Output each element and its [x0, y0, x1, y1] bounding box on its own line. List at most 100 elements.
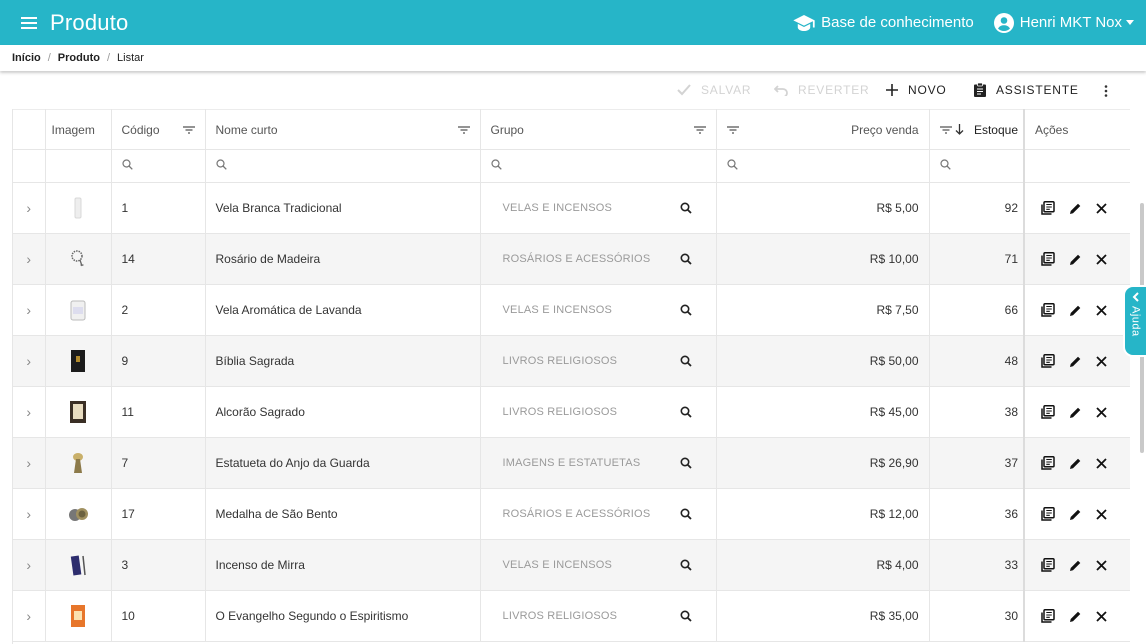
new-button[interactable]: NOVO	[886, 83, 947, 97]
delete-icon[interactable]	[1096, 202, 1107, 214]
cell-name: Medalha de São Bento	[205, 488, 481, 540]
duplicate-icon[interactable]	[1041, 609, 1055, 623]
search-icon[interactable]	[679, 355, 692, 367]
column-header-group[interactable]: Grupo	[480, 109, 717, 150]
search-icon[interactable]	[679, 406, 692, 418]
delete-icon[interactable]	[1096, 253, 1107, 265]
duplicate-icon[interactable]	[1041, 456, 1055, 470]
search-icon[interactable]	[679, 202, 692, 214]
cell-name: Alcorão Sagrado	[205, 386, 481, 438]
duplicate-icon[interactable]	[1041, 558, 1055, 572]
filter-icon[interactable]	[726, 125, 739, 134]
search-icon[interactable]	[679, 559, 692, 571]
cell-group: LIVROS RELIGIOSOS	[480, 590, 717, 642]
cell-group: LIVROS RELIGIOSOS	[480, 386, 717, 438]
cell-stock: 71	[929, 233, 1025, 285]
filter-icon[interactable]	[182, 125, 195, 134]
table-row[interactable]: › 7 Estatueta do Anjo da Guarda IMAGENS E E…	[13, 437, 1130, 489]
breadcrumb-produto[interactable]: Produto	[58, 52, 100, 64]
group-value: ROSÁRIOS E ACESSÓRIOS	[502, 508, 651, 520]
filter-cell-stock[interactable]	[929, 149, 1025, 183]
delete-icon[interactable]	[1096, 406, 1107, 418]
delete-icon[interactable]	[1096, 559, 1107, 571]
product-thumbnail	[45, 488, 112, 540]
column-header-image[interactable]: Imagem	[45, 109, 112, 150]
edit-icon[interactable]	[1069, 559, 1082, 572]
help-label: Ajuda	[1129, 306, 1142, 337]
edit-icon[interactable]	[1069, 457, 1082, 470]
table-row[interactable]: › 1 Vela Branca Tradicional VELAS E INCENSO…	[13, 182, 1130, 234]
table-row[interactable]: › 14 Rosário de Madeira ROSÁRIOS E ACESSÓRI…	[13, 233, 1130, 285]
knowledge-base-link[interactable]: Base de conhecimento	[793, 14, 974, 31]
duplicate-icon[interactable]	[1041, 405, 1055, 419]
breadcrumb-home[interactable]: Início	[12, 52, 41, 64]
delete-icon[interactable]	[1096, 304, 1107, 316]
sort-descending-icon[interactable]	[955, 124, 964, 135]
delete-icon[interactable]	[1096, 610, 1107, 622]
column-header-price[interactable]: Preço venda	[716, 109, 930, 150]
table-row[interactable]: › 10 O Evangelho Segundo o Espiritismo LIVR…	[13, 590, 1130, 642]
edit-icon[interactable]	[1069, 253, 1082, 266]
cell-stock: 48	[929, 335, 1025, 387]
edit-icon[interactable]	[1069, 355, 1082, 368]
search-icon[interactable]	[679, 610, 692, 622]
table-row[interactable]: › 9 Bíblia Sagrada LIVROS RELIGIOSOS R$ 50,0…	[13, 335, 1130, 387]
filter-icon[interactable]	[457, 125, 470, 134]
expand-row-icon[interactable]: ›	[13, 488, 46, 540]
revert-button[interactable]: REVERTER	[774, 83, 870, 97]
table-row[interactable]: › 17 Medalha de São Bento ROSÁRIOS E ACESSÓ…	[13, 488, 1130, 540]
filter-cell-price[interactable]	[716, 149, 930, 183]
expand-row-icon[interactable]: ›	[13, 386, 46, 438]
column-header-name[interactable]: Nome curto	[205, 109, 481, 150]
filter-cell-name[interactable]	[205, 149, 481, 183]
delete-icon[interactable]	[1096, 508, 1107, 520]
group-value: LIVROS RELIGIOSOS	[502, 406, 618, 418]
save-button[interactable]: SALVAR	[677, 83, 751, 97]
group-value: ROSÁRIOS E ACESSÓRIOS	[502, 253, 651, 265]
expand-row-icon[interactable]: ›	[13, 335, 46, 387]
expand-row-icon[interactable]: ›	[13, 182, 46, 234]
menu-icon[interactable]	[21, 16, 37, 29]
assistant-button[interactable]: ASSISTENTE	[974, 83, 1079, 97]
cell-price: R$ 4,00	[716, 539, 930, 591]
help-tab[interactable]: Ajuda	[1125, 287, 1146, 355]
filter-cell-code[interactable]	[111, 149, 206, 183]
expand-row-icon[interactable]: ›	[13, 539, 46, 591]
cell-price: R$ 5,00	[716, 182, 930, 234]
edit-icon[interactable]	[1069, 202, 1082, 215]
filter-icon[interactable]	[939, 125, 952, 134]
more-options-icon[interactable]	[1104, 85, 1108, 97]
expand-row-icon[interactable]: ›	[13, 437, 46, 489]
search-icon[interactable]	[679, 457, 692, 469]
delete-icon[interactable]	[1096, 457, 1107, 469]
delete-icon[interactable]	[1096, 355, 1107, 367]
page-title: Produto	[50, 9, 129, 35]
filter-cell-group[interactable]	[480, 149, 717, 183]
search-icon[interactable]	[679, 304, 692, 316]
search-icon[interactable]	[679, 508, 692, 520]
edit-icon[interactable]	[1069, 406, 1082, 419]
duplicate-icon[interactable]	[1041, 354, 1055, 368]
expand-row-icon[interactable]: ›	[13, 284, 46, 336]
duplicate-icon[interactable]	[1041, 252, 1055, 266]
duplicate-icon[interactable]	[1041, 507, 1055, 521]
cell-code: 14	[111, 233, 206, 285]
filter-cell-empty	[45, 149, 112, 183]
table-row[interactable]: › 11 Alcorão Sagrado LIVROS RELIGIOSOS R$ 45…	[13, 386, 1130, 438]
duplicate-icon[interactable]	[1041, 201, 1055, 215]
duplicate-icon[interactable]	[1041, 303, 1055, 317]
edit-icon[interactable]	[1069, 304, 1082, 317]
expand-row-icon[interactable]: ›	[13, 233, 46, 285]
filter-icon[interactable]	[693, 125, 706, 134]
search-icon[interactable]	[679, 253, 692, 265]
column-header-stock[interactable]: Estoque	[929, 109, 1025, 150]
clipboard-icon	[974, 83, 986, 97]
column-header-code[interactable]: Código	[111, 109, 206, 150]
table-row[interactable]: › 3 Incenso de Mirra VELAS E INCENSOS R$ 4,0…	[13, 539, 1130, 591]
cell-price: R$ 7,50	[716, 284, 930, 336]
edit-icon[interactable]	[1069, 508, 1082, 521]
expand-row-icon[interactable]: ›	[13, 590, 46, 642]
user-menu[interactable]: Henri MKT Nox	[993, 12, 1134, 33]
edit-icon[interactable]	[1069, 610, 1082, 623]
table-row[interactable]: › 2 Vela Aromática de Lavanda VELAS E INCEN…	[13, 284, 1130, 336]
